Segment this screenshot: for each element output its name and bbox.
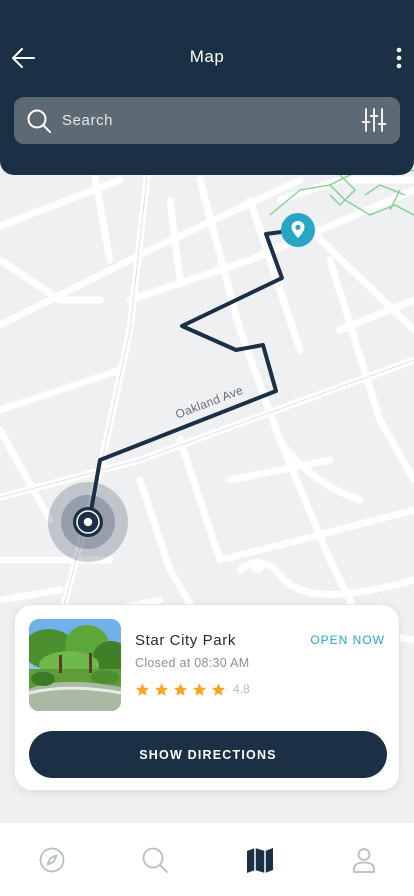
search-icon xyxy=(26,108,52,134)
place-photo xyxy=(29,619,121,711)
show-directions-button[interactable]: SHOW DIRECTIONS xyxy=(29,731,387,778)
rating-value: 4.8 xyxy=(233,682,250,696)
star-icon xyxy=(192,682,207,696)
filter-sliders-icon[interactable] xyxy=(360,106,388,134)
star-icon xyxy=(211,682,226,696)
page-title: Map xyxy=(189,47,225,66)
bottom-tab-bar xyxy=(0,822,414,896)
search-bar[interactable] xyxy=(14,97,400,144)
search-input[interactable] xyxy=(62,97,352,144)
more-options-icon[interactable] xyxy=(392,44,406,72)
compass-icon[interactable] xyxy=(37,845,67,875)
current-location-icon xyxy=(48,482,128,562)
star-icon xyxy=(173,682,188,696)
place-name: Star City Park xyxy=(135,632,236,649)
star-icon xyxy=(154,682,169,696)
app-header: Map xyxy=(0,0,414,175)
star-icon xyxy=(135,682,150,696)
profile-icon[interactable] xyxy=(349,845,379,875)
place-card[interactable]: Star City Park OPEN NOW Closed at 08:30 … xyxy=(14,604,400,791)
open-status-badge: OPEN NOW xyxy=(310,633,385,647)
closing-time: Closed at 08:30 AM xyxy=(135,656,250,670)
search-icon[interactable] xyxy=(140,845,170,875)
destination-pin-icon[interactable] xyxy=(280,212,316,248)
rating: 4.8 xyxy=(135,681,250,697)
map-icon[interactable] xyxy=(245,845,275,875)
